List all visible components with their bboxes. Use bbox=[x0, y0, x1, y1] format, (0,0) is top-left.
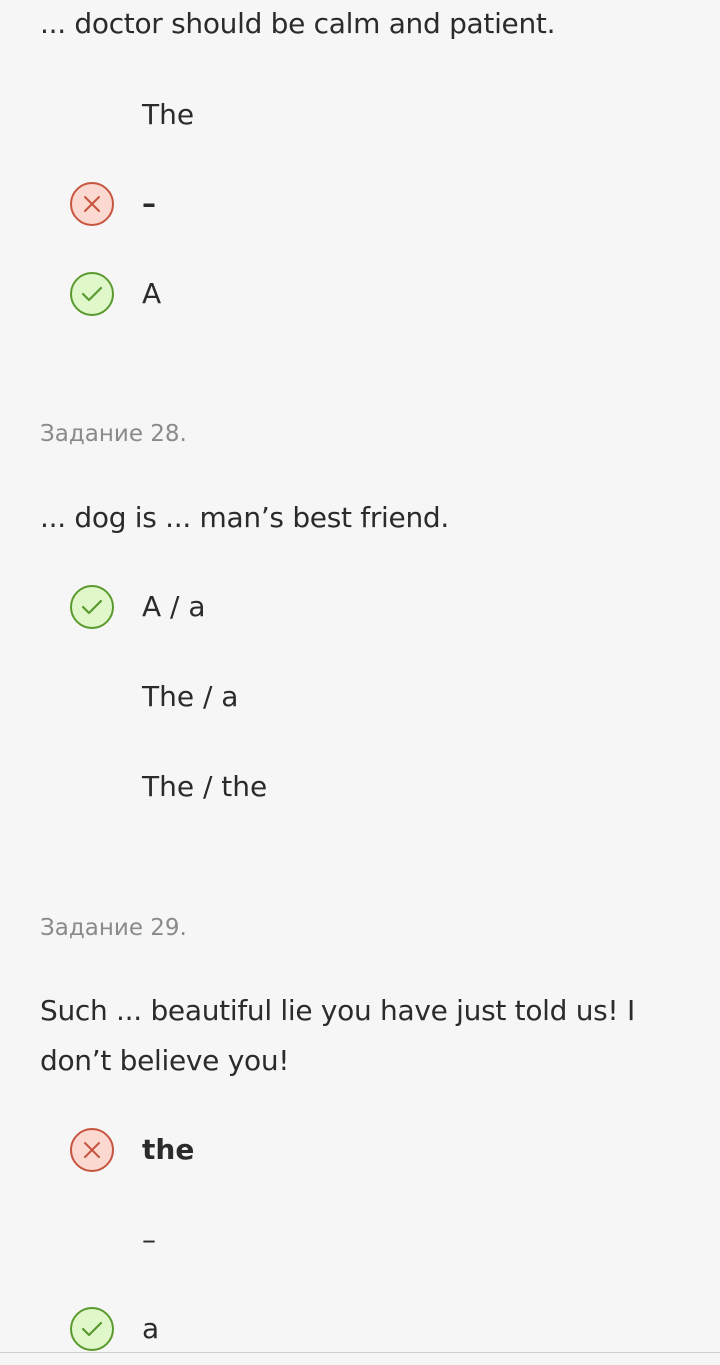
option-label: The / the bbox=[142, 770, 268, 803]
check-icon bbox=[70, 585, 114, 629]
q29-option-2[interactable]: – bbox=[70, 1216, 156, 1264]
q27-option-1[interactable]: The bbox=[70, 91, 194, 139]
option-mark-empty bbox=[70, 675, 114, 719]
check-icon bbox=[70, 272, 114, 316]
option-label: A bbox=[142, 277, 162, 310]
bottom-divider bbox=[0, 1352, 720, 1353]
option-mark-empty bbox=[70, 765, 114, 809]
option-mark-empty bbox=[70, 93, 114, 137]
cross-icon bbox=[70, 1128, 114, 1172]
q27-option-3[interactable]: A bbox=[70, 270, 161, 318]
option-label: The bbox=[142, 98, 195, 131]
question-28-text: ... dog is ... man’s best friend. bbox=[40, 501, 449, 534]
option-label: the bbox=[142, 1133, 195, 1166]
q29-option-1[interactable]: the bbox=[70, 1126, 194, 1174]
check-icon bbox=[70, 1307, 114, 1351]
task-label-29: Задание 29. bbox=[40, 915, 187, 941]
task-label-28: Задание 28. bbox=[40, 421, 187, 447]
q28-option-1[interactable]: A / a bbox=[70, 583, 206, 631]
cross-icon bbox=[70, 182, 114, 226]
q28-option-2[interactable]: The / a bbox=[70, 673, 238, 721]
q27-option-2[interactable]: – bbox=[70, 180, 156, 228]
question-27-text: ... doctor should be calm and patient. bbox=[40, 7, 556, 40]
q28-option-3[interactable]: The / the bbox=[70, 763, 267, 811]
question-29-text: Such ... beautiful lie you have just tol… bbox=[40, 994, 635, 1077]
option-label: – bbox=[142, 1223, 156, 1256]
option-label: a bbox=[142, 1312, 160, 1345]
option-mark-empty bbox=[70, 1218, 114, 1262]
option-label: The / a bbox=[142, 680, 239, 713]
option-label: A / a bbox=[142, 590, 206, 623]
q29-option-3[interactable]: a bbox=[70, 1305, 159, 1353]
option-label: – bbox=[142, 187, 156, 220]
